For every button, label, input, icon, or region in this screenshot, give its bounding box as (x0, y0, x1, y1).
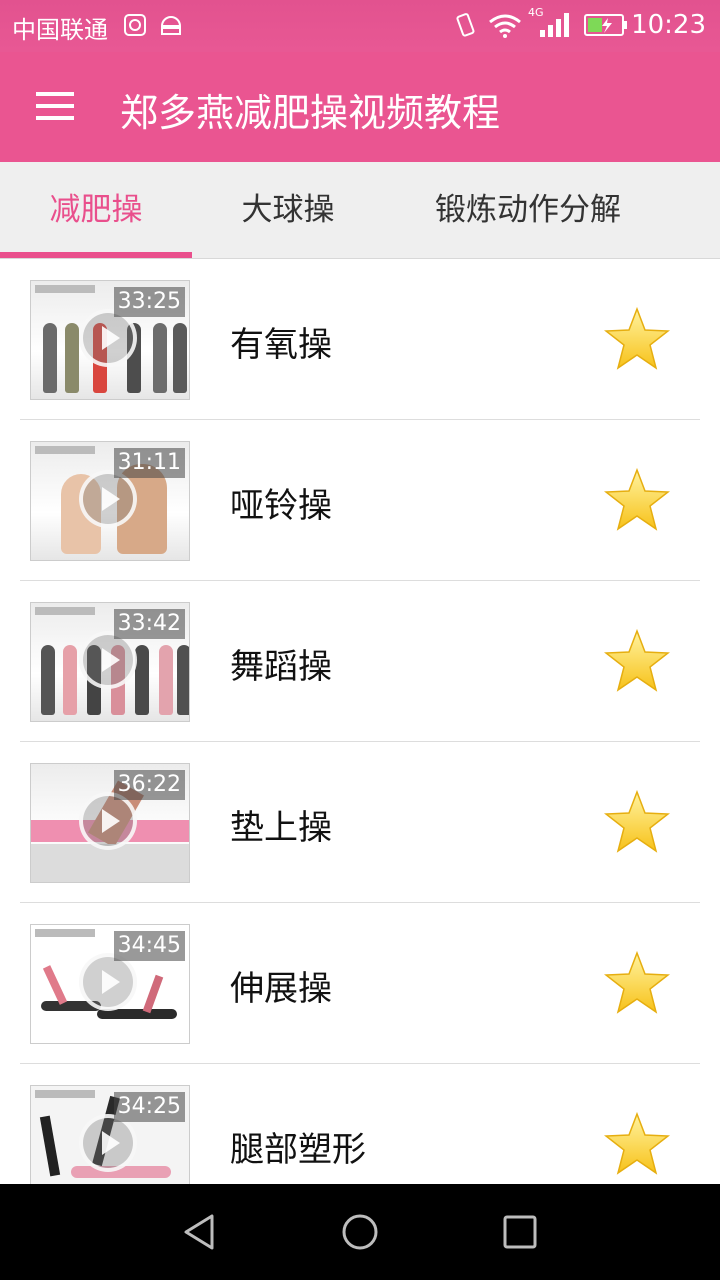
star-icon[interactable] (604, 307, 670, 371)
play-icon (79, 309, 137, 367)
star-icon[interactable] (604, 629, 670, 693)
page-title: 郑多燕减肥操视频教程 (120, 91, 501, 135)
video-thumbnail[interactable]: 34:45 (30, 924, 190, 1044)
video-thumbnail[interactable]: 33:42 (30, 602, 190, 722)
video-thumbnail[interactable]: 33:25 (30, 280, 190, 400)
tab-jianfeicao[interactable]: 减肥操 (0, 162, 192, 258)
video-title: 伸展操 (230, 969, 332, 1009)
wifi-icon (489, 14, 521, 38)
video-duration: 34:25 (113, 1092, 185, 1122)
sim-icon (124, 14, 146, 36)
video-title: 舞蹈操 (230, 647, 332, 687)
list-item[interactable]: 33:42 舞蹈操 (0, 581, 720, 742)
video-thumbnail[interactable]: 34:25 (30, 1085, 190, 1184)
play-icon (79, 470, 137, 528)
tab-bar: 减肥操 大球操 锻炼动作分解 (0, 162, 720, 259)
list-item[interactable]: 34:25 腿部塑形 (0, 1064, 720, 1184)
play-icon (79, 953, 137, 1011)
video-thumbnail[interactable]: 31:11 (30, 441, 190, 561)
tab-exercise-breakdown[interactable]: 锻炼动作分解 (400, 162, 656, 258)
list-item[interactable]: 36:22 垫上操 (0, 742, 720, 903)
home-icon[interactable] (340, 1212, 380, 1252)
star-icon[interactable] (604, 951, 670, 1015)
carrier-name: 中国联通 (12, 16, 108, 44)
android-icon (160, 16, 182, 35)
video-duration: 31:11 (113, 448, 185, 478)
list-item[interactable]: 31:11 哑铃操 (0, 420, 720, 581)
video-list: 33:25 有氧操 31:11 哑铃操 33:42 舞蹈操 36:22 垫上操 … (0, 259, 720, 1184)
video-duration: 34:45 (113, 931, 185, 961)
battery-icon (584, 14, 627, 36)
vibrate-icon (456, 13, 475, 37)
video-duration: 36:22 (113, 770, 185, 800)
active-tab-indicator (0, 252, 192, 258)
star-icon[interactable] (604, 1112, 670, 1176)
back-icon[interactable] (180, 1212, 220, 1252)
list-item[interactable]: 34:45 伸展操 (0, 903, 720, 1064)
app-bar: 郑多燕减肥操视频教程 (0, 52, 720, 162)
recents-icon[interactable] (500, 1212, 540, 1252)
video-thumbnail[interactable]: 36:22 (30, 763, 190, 883)
play-icon (79, 1114, 137, 1172)
play-icon (79, 792, 137, 850)
video-title: 腿部塑形 (230, 1130, 366, 1170)
system-nav-bar (0, 1184, 720, 1280)
star-icon[interactable] (604, 468, 670, 532)
video-duration: 33:25 (113, 287, 185, 317)
tab-daqiucao[interactable]: 大球操 (192, 162, 384, 258)
play-icon (79, 631, 137, 689)
video-title: 哑铃操 (230, 486, 332, 526)
hamburger-menu-icon[interactable] (26, 82, 86, 132)
star-icon[interactable] (604, 790, 670, 854)
video-title: 垫上操 (230, 808, 332, 848)
clock: 10:23 (631, 10, 706, 40)
status-bar: 中国联通 4G 10:23 (0, 0, 720, 52)
signal-icon (540, 13, 569, 37)
video-title: 有氧操 (230, 325, 332, 365)
video-duration: 33:42 (113, 609, 185, 639)
list-item[interactable]: 33:25 有氧操 (0, 259, 720, 420)
